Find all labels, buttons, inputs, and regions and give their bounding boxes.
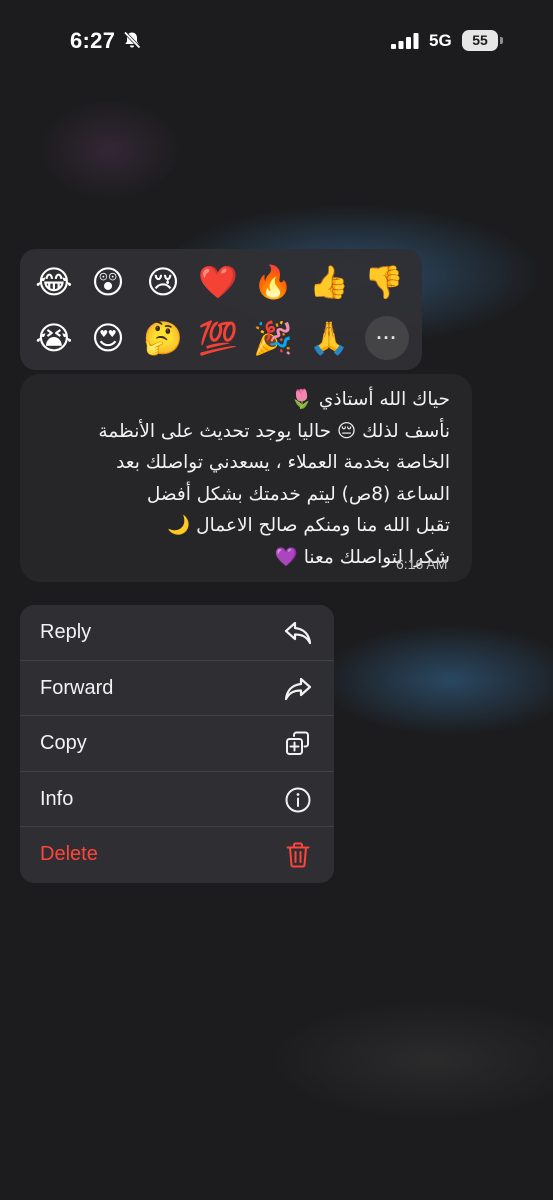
reaction-thumbs-up[interactable]: 👍 bbox=[306, 259, 352, 305]
forward-icon bbox=[284, 677, 312, 700]
message-timestamp: 6:16 AM bbox=[396, 556, 448, 572]
menu-item-delete[interactable]: Delete bbox=[20, 827, 334, 883]
message-line: تقبل الله منا ومنكم صالح الاعمال 🌙 bbox=[167, 515, 450, 536]
menu-item-info[interactable]: Info bbox=[20, 772, 334, 828]
more-reactions-button[interactable]: ··· bbox=[365, 316, 409, 360]
message-text: حياك الله أستاذي 🌷 نأسف لذلك 😔 حاليا يوج… bbox=[36, 384, 450, 573]
copy-icon bbox=[286, 731, 309, 756]
trash-icon bbox=[286, 842, 310, 868]
message-line: الخاصة بخدمة العملاء ، يسعدني تواصلك بعد bbox=[116, 452, 450, 473]
reaction-bar: 😂 😲 😢 ❤️ 🔥 👍 👎 😭 😍 🤔 💯 🎉 🙏 ··· bbox=[20, 249, 422, 370]
reaction-joy[interactable]: 😂 bbox=[31, 259, 77, 305]
message-line: نأسف لذلك 😔 حاليا يوجد تحديث على الأنظمة bbox=[98, 420, 450, 442]
message-line: شكرا لتواصلك معنا 💜 bbox=[274, 546, 450, 568]
status-bar: 6:27 5G 55 bbox=[0, 0, 553, 82]
network-type: 5G bbox=[429, 31, 452, 50]
info-icon bbox=[285, 787, 311, 813]
battery-cap bbox=[500, 37, 503, 44]
menu-item-label: Forward bbox=[40, 676, 114, 699]
message-line: الساعة (8ص) ليتم خدمتك بشكل أفضل bbox=[146, 483, 450, 505]
menu-item-copy[interactable]: Copy bbox=[20, 716, 334, 772]
reaction-pray[interactable]: 🙏 bbox=[306, 315, 352, 361]
menu-item-label: Info bbox=[40, 787, 74, 810]
reaction-thumbs-down[interactable]: 👎 bbox=[361, 259, 407, 305]
reaction-astonished[interactable]: 😲 bbox=[85, 259, 131, 305]
menu-item-label: Delete bbox=[40, 843, 98, 866]
reaction-heart[interactable]: ❤️ bbox=[195, 259, 241, 305]
menu-item-label: Copy bbox=[40, 732, 87, 755]
reaction-party-popper[interactable]: 🎉 bbox=[250, 315, 296, 361]
menu-item-label: Reply bbox=[40, 621, 92, 643]
reaction-sob[interactable]: 😭 bbox=[31, 315, 77, 361]
menu-item-reply[interactable]: Reply bbox=[20, 605, 334, 661]
reaction-fire[interactable]: 🔥 bbox=[250, 259, 296, 305]
context-menu: Reply Forward Copy Info Delete bbox=[20, 605, 334, 883]
signal-icon bbox=[391, 33, 419, 49]
message-bubble[interactable]: حياك الله أستاذي 🌷 نأسف لذلك 😔 حاليا يوج… bbox=[20, 374, 472, 582]
battery-icon: 55 bbox=[462, 30, 498, 51]
reaction-cry[interactable]: 😢 bbox=[140, 259, 186, 305]
bell-slash-icon bbox=[123, 31, 141, 49]
message-line: حياك الله أستاذي 🌷 bbox=[290, 389, 450, 410]
status-time: 6:27 bbox=[70, 28, 116, 53]
reaction-hundred[interactable]: 💯 bbox=[195, 315, 241, 361]
menu-item-forward[interactable]: Forward bbox=[20, 661, 334, 717]
reaction-thinking[interactable]: 🤔 bbox=[140, 315, 186, 361]
reply-icon bbox=[284, 621, 312, 645]
reaction-heart-eyes[interactable]: 😍 bbox=[85, 315, 131, 361]
